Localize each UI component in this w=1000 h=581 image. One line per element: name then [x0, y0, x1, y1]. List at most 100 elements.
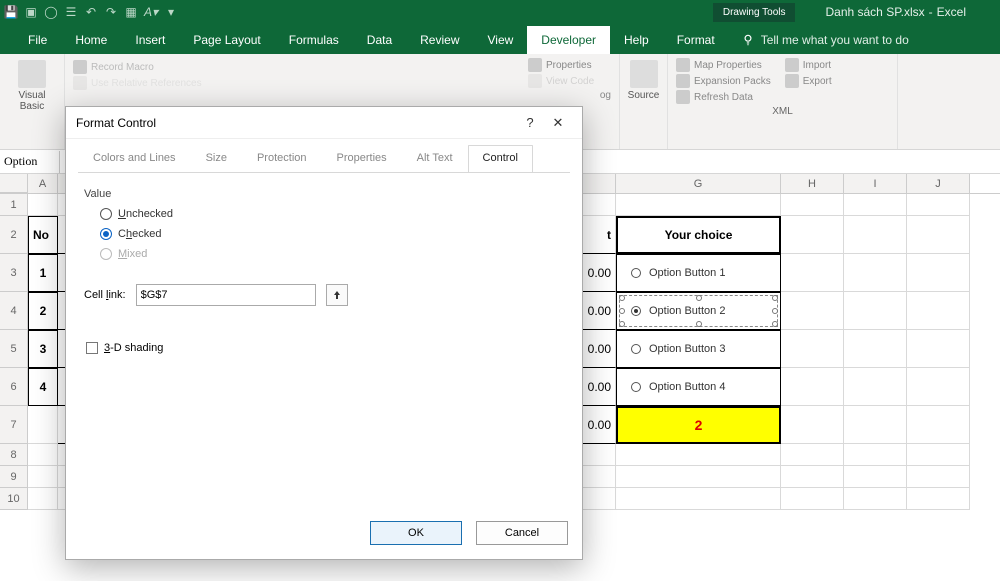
cell-A5[interactable]: 3 [28, 330, 58, 368]
font-dropdown-icon[interactable]: A▾ [144, 5, 158, 19]
cell-H5[interactable] [781, 330, 844, 368]
cell-G7-result[interactable]: 2 [616, 406, 781, 444]
option-button-4[interactable]: Option Button 4 [616, 368, 781, 406]
cell-A3[interactable]: 1 [28, 254, 58, 292]
dialog-tab-alt-text[interactable]: Alt Text [402, 145, 468, 172]
cell-I1[interactable] [844, 194, 907, 216]
tab-formulas[interactable]: Formulas [275, 26, 353, 54]
cell-H4[interactable] [781, 292, 844, 330]
import-button[interactable]: Import [785, 58, 832, 72]
cell-J9[interactable] [907, 466, 970, 488]
cell-H3[interactable] [781, 254, 844, 292]
col-header-A[interactable]: A [28, 174, 58, 193]
cell-I10[interactable] [844, 488, 907, 510]
cell-J6[interactable] [907, 368, 970, 406]
qat-3-icon[interactable]: ◯ [44, 5, 58, 19]
row-header-5[interactable]: 5 [0, 330, 28, 368]
dialog-tab-colors[interactable]: Colors and Lines [78, 145, 191, 172]
cell-A8[interactable] [28, 444, 58, 466]
tab-page-layout[interactable]: Page Layout [179, 26, 274, 54]
export-button[interactable]: Export [785, 74, 832, 88]
tab-review[interactable]: Review [406, 26, 473, 54]
cell-link-input[interactable] [136, 284, 316, 306]
value-unchecked-radio[interactable]: Unchecked [84, 204, 564, 224]
option-button-3[interactable]: Option Button 3 [616, 330, 781, 368]
run-dialog-button[interactable]: og [528, 90, 611, 101]
tab-home[interactable]: Home [61, 26, 121, 54]
save-icon[interactable]: 💾 [4, 5, 18, 19]
qat-more-icon[interactable]: ▾ [164, 5, 178, 19]
dialog-help-button[interactable]: ? [516, 115, 544, 130]
row-header-1[interactable]: 1 [0, 194, 28, 216]
cell-J8[interactable] [907, 444, 970, 466]
properties-button[interactable]: Properties [528, 58, 611, 72]
cell-G2[interactable]: Your choice [616, 216, 781, 254]
option-button-2[interactable]: Option Button 2 [616, 292, 781, 330]
dialog-tab-properties[interactable]: Properties [322, 145, 402, 172]
qat-7-icon[interactable]: ▦ [124, 5, 138, 19]
ok-button[interactable]: OK [370, 521, 462, 545]
select-all-corner[interactable] [0, 174, 28, 193]
tab-insert[interactable]: Insert [121, 26, 179, 54]
cell-I5[interactable] [844, 330, 907, 368]
row-header-7[interactable]: 7 [0, 406, 28, 444]
cell-H7[interactable] [781, 406, 844, 444]
cell-H2[interactable] [781, 216, 844, 254]
cell-H1[interactable] [781, 194, 844, 216]
cell-A10[interactable] [28, 488, 58, 510]
row-header-2[interactable]: 2 [0, 216, 28, 254]
row-header-10[interactable]: 10 [0, 488, 28, 510]
dialog-tab-control[interactable]: Control [468, 145, 533, 172]
name-box[interactable]: Option [0, 151, 60, 173]
tell-me[interactable]: Tell me what you want to do [729, 26, 921, 54]
3d-shading-checkbox[interactable]: 3-D shading [84, 342, 564, 354]
qat-4-icon[interactable]: ☰ [64, 5, 78, 19]
cell-J3[interactable] [907, 254, 970, 292]
col-header-J[interactable]: J [907, 174, 970, 193]
use-relative-label[interactable]: Use Relative References [91, 78, 202, 89]
col-header-H[interactable]: H [781, 174, 844, 193]
cell-G10[interactable] [616, 488, 781, 510]
cell-J4[interactable] [907, 292, 970, 330]
dialog-tab-size[interactable]: Size [191, 145, 242, 172]
cell-G8[interactable] [616, 444, 781, 466]
tab-help[interactable]: Help [610, 26, 663, 54]
row-header-6[interactable]: 6 [0, 368, 28, 406]
row-header-8[interactable]: 8 [0, 444, 28, 466]
visual-basic-button[interactable]: Visual Basic [16, 58, 48, 114]
source-button[interactable]: Source [628, 58, 659, 103]
expansion-packs-button[interactable]: Expansion Packs [676, 74, 771, 88]
option-button-1[interactable]: Option Button 1 [616, 254, 781, 292]
tab-data[interactable]: Data [353, 26, 406, 54]
tab-developer[interactable]: Developer [527, 26, 610, 54]
dialog-close-button[interactable]: ✕ [544, 115, 572, 131]
cell-H6[interactable] [781, 368, 844, 406]
qat-2-icon[interactable]: ▣ [24, 5, 38, 19]
cell-A6[interactable]: 4 [28, 368, 58, 406]
cell-A2[interactable]: No [28, 216, 58, 254]
cell-A1[interactable] [28, 194, 58, 216]
refresh-data-button[interactable]: Refresh Data [676, 90, 771, 104]
cell-A4[interactable]: 2 [28, 292, 58, 330]
redo-icon[interactable]: ↷ [104, 5, 118, 19]
cell-G9[interactable] [616, 466, 781, 488]
cell-H10[interactable] [781, 488, 844, 510]
dialog-titlebar[interactable]: Format Control ? ✕ [66, 107, 582, 139]
cell-A7[interactable] [28, 406, 58, 444]
cancel-button[interactable]: Cancel [476, 521, 568, 545]
cell-I2[interactable] [844, 216, 907, 254]
cell-G1[interactable] [616, 194, 781, 216]
cell-I6[interactable] [844, 368, 907, 406]
row-header-4[interactable]: 4 [0, 292, 28, 330]
map-properties-button[interactable]: Map Properties [676, 58, 771, 72]
cell-I8[interactable] [844, 444, 907, 466]
cell-I7[interactable] [844, 406, 907, 444]
cell-A9[interactable] [28, 466, 58, 488]
cell-H8[interactable] [781, 444, 844, 466]
cell-J10[interactable] [907, 488, 970, 510]
cell-I4[interactable] [844, 292, 907, 330]
col-header-G[interactable]: G [616, 174, 781, 193]
row-header-3[interactable]: 3 [0, 254, 28, 292]
cell-J1[interactable] [907, 194, 970, 216]
tab-format[interactable]: Format [663, 26, 729, 54]
